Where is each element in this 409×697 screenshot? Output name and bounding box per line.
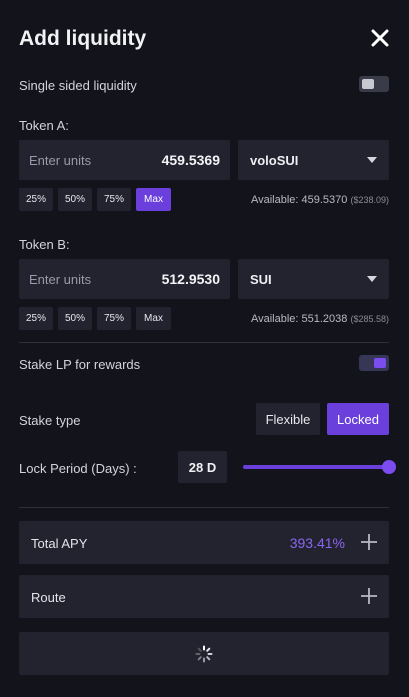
plus-icon[interactable] [360, 533, 378, 551]
token-a-amount: 459.5369 [161, 152, 220, 168]
token-b-max-button[interactable]: Max [136, 307, 171, 330]
token-a-available-usd: ($238.09) [350, 195, 389, 205]
token-b-25-button[interactable]: 25% [19, 307, 53, 330]
token-b-50-button[interactable]: 50% [58, 307, 92, 330]
stake-lp-label: Stake LP for rewards [19, 357, 141, 372]
token-b-amount-input[interactable]: Enter units 512.9530 [19, 259, 230, 299]
total-apy-label: Total APY [31, 536, 88, 551]
stake-type-locked-button[interactable]: Locked [327, 403, 389, 435]
chevron-down-icon [367, 276, 377, 282]
single-sided-toggle[interactable] [359, 76, 389, 92]
lock-period-slider-track[interactable] [243, 465, 389, 469]
route-panel[interactable]: Route [19, 575, 389, 618]
lock-period-label: Lock Period (Days) : [19, 461, 137, 476]
token-b-available: Available: 551.2038 ($285.58) [251, 313, 389, 325]
token-b-available-amount: Available: 551.2038 [250, 313, 348, 325]
token-a-amount-input[interactable]: Enter units 459.5369 [19, 140, 230, 180]
route-label: Route [31, 590, 66, 605]
token-a-max-button[interactable]: Max [136, 188, 171, 211]
token-a-select[interactable]: voloSUI [238, 140, 389, 180]
stake-lp-toggle[interactable] [359, 355, 389, 371]
total-apy-panel[interactable]: Total APY 393.41% [19, 521, 389, 564]
total-apy-value: 393.41% [289, 535, 345, 551]
chevron-down-icon [367, 157, 377, 163]
token-a-placeholder: Enter units [29, 153, 92, 168]
token-b-placeholder: Enter units [29, 272, 92, 287]
token-b-available-usd: ($285.58) [350, 314, 389, 324]
toggle-knob [374, 358, 386, 368]
token-b-symbol: SUI [250, 272, 272, 287]
stake-type-flexible-button[interactable]: Flexible [256, 403, 320, 435]
token-a-available: Available: 459.5370 ($238.09) [251, 194, 389, 206]
toggle-knob [362, 79, 374, 89]
lock-period-slider-thumb[interactable] [382, 460, 396, 474]
token-a-symbol: voloSUI [250, 153, 299, 168]
plus-icon[interactable] [360, 587, 378, 605]
divider [19, 507, 389, 508]
token-b-amount: 512.9530 [161, 271, 220, 287]
token-b-label: Token B: [19, 237, 70, 252]
token-b-select[interactable]: SUI [238, 259, 389, 299]
loading-spinner-icon [195, 645, 213, 663]
submit-button[interactable] [19, 632, 389, 675]
close-icon[interactable] [368, 26, 392, 50]
token-a-25-button[interactable]: 25% [19, 188, 53, 211]
lock-period-value[interactable]: 28 D [178, 451, 227, 483]
single-sided-label: Single sided liquidity [19, 78, 137, 93]
token-a-available-amount: Available: 459.5370 [250, 194, 348, 206]
divider [19, 342, 389, 343]
page-title: Add liquidity [19, 27, 147, 50]
token-a-label: Token A: [19, 118, 69, 133]
stake-type-label: Stake type [19, 413, 81, 428]
token-a-75-button[interactable]: 75% [97, 188, 131, 211]
token-b-75-button[interactable]: 75% [97, 307, 131, 330]
token-a-50-button[interactable]: 50% [58, 188, 92, 211]
